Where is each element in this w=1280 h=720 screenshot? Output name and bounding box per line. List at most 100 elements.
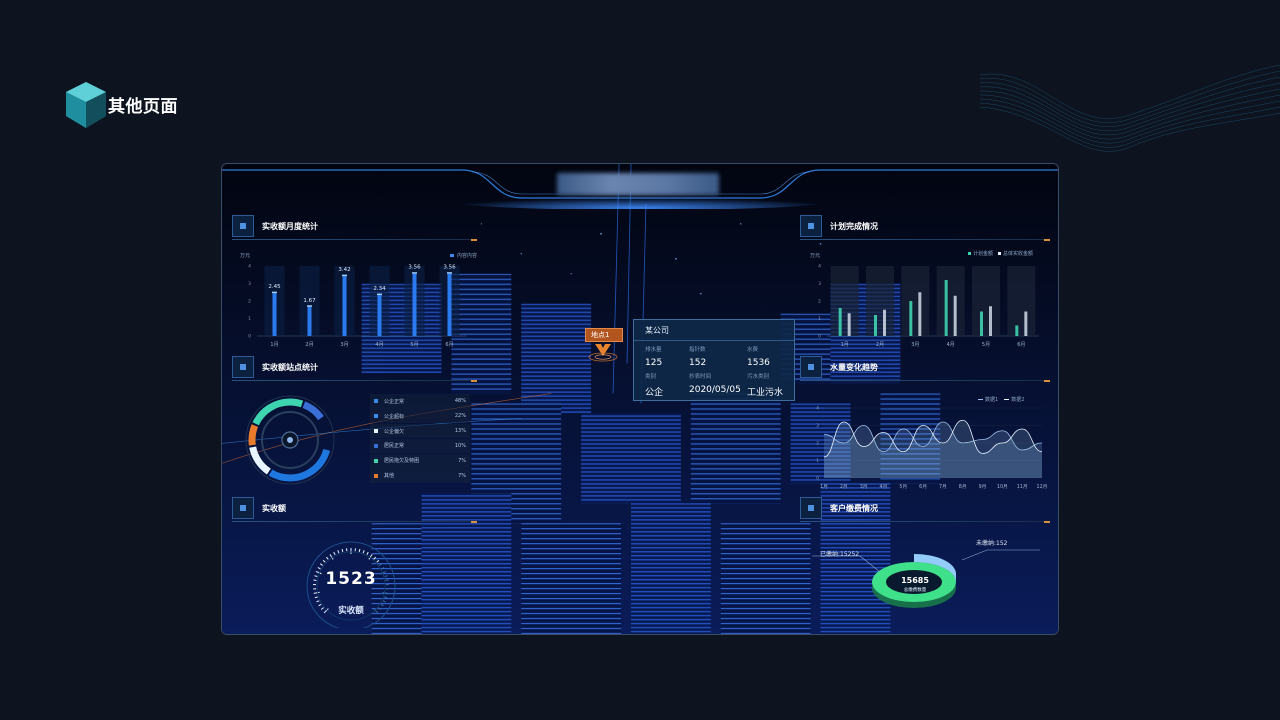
item-value: 10% bbox=[454, 442, 466, 449]
gauge-tick bbox=[382, 600, 386, 603]
map-marker[interactable]: 地点1 bbox=[585, 328, 623, 364]
x-tick-label: 7月 bbox=[939, 484, 947, 490]
x-tick-label: 3月 bbox=[911, 342, 919, 348]
bar bbox=[1015, 325, 1019, 336]
gauge-tick bbox=[314, 596, 318, 599]
monthly-panel-title: 实收额月度统计 bbox=[262, 221, 318, 231]
gauge-tick bbox=[322, 559, 326, 563]
gauge-tick bbox=[373, 556, 377, 560]
y-tick-label: 0 bbox=[816, 476, 819, 482]
gauge-tick bbox=[362, 550, 365, 554]
legend-swatch bbox=[450, 254, 454, 257]
item-name: 公企正常 bbox=[384, 398, 405, 405]
panel-square-icon bbox=[800, 215, 822, 237]
bar-cap bbox=[342, 274, 347, 277]
dashboard-screen: 实收额月度统计 万元 内容内容 0 1 2 3 4 2.45 1月 1.67 2月 3.42 3月 2… bbox=[221, 163, 1059, 635]
tooltip-field: 水费 1536 bbox=[747, 345, 770, 368]
page-logo: 其他页面 bbox=[60, 78, 178, 130]
customer-panel-header: 客户缴费情况 bbox=[800, 496, 1050, 523]
monthly-panel-header: 实收额月度统计 bbox=[232, 214, 477, 241]
received-value: 1523 bbox=[325, 569, 377, 589]
bar-cap bbox=[447, 272, 452, 274]
bar-background bbox=[901, 266, 930, 336]
bar-cap bbox=[272, 291, 277, 294]
x-tick-label: 1月 bbox=[820, 484, 828, 490]
bar-value-label: 3.56 bbox=[408, 265, 421, 271]
bar bbox=[989, 306, 992, 336]
bar bbox=[342, 276, 347, 336]
stations-legend-list: 公企正常 48% 公企超标 22% 公企偏欠 13% 居民正常 10% 居民拖欠… bbox=[370, 394, 470, 483]
x-tick-label: 6月 bbox=[445, 342, 453, 348]
monthly-legend-label: 内容内容 bbox=[457, 253, 478, 259]
x-tick-label: 2月 bbox=[876, 342, 884, 348]
x-tick-label: 11月 bbox=[1017, 484, 1028, 490]
y-tick-label: 3 bbox=[818, 281, 821, 287]
gauge-tick bbox=[382, 591, 389, 594]
bar bbox=[918, 292, 922, 336]
customer-total-value: 15685 bbox=[901, 576, 929, 585]
gauge-tick bbox=[379, 563, 383, 566]
x-tick-label: 2月 bbox=[305, 342, 313, 348]
legend-label: 总体实收金额 bbox=[1003, 251, 1034, 257]
bar bbox=[272, 293, 277, 336]
tooltip-field: 排水量 125 bbox=[645, 345, 662, 368]
legend-swatch bbox=[978, 399, 983, 400]
bar-cap bbox=[412, 272, 417, 274]
item-value: 22% bbox=[454, 413, 466, 420]
plan-unit: 万元 bbox=[810, 253, 821, 259]
bar bbox=[883, 309, 886, 336]
list-item: 居民拖欠及特困 7% bbox=[370, 453, 470, 469]
received-panel-header: 实收额 bbox=[232, 496, 477, 523]
gauge-tick bbox=[313, 591, 320, 594]
bar-value-label: 2.34 bbox=[373, 286, 386, 292]
panel-square-icon bbox=[232, 356, 254, 378]
x-tick-label: 9月 bbox=[979, 484, 987, 490]
bar bbox=[447, 273, 452, 336]
y-tick-label: 4 bbox=[818, 264, 821, 270]
legend-swatch bbox=[968, 252, 971, 255]
x-tick-label: 1月 bbox=[841, 342, 849, 348]
y-tick-label: 4 bbox=[816, 406, 819, 412]
x-tick-label: 6月 bbox=[919, 484, 927, 490]
item-value: 7% bbox=[458, 457, 466, 464]
item-value: 13% bbox=[454, 428, 466, 435]
x-tick-label: 4月 bbox=[375, 342, 383, 348]
tooltip-field: 类别 公企 bbox=[645, 372, 663, 398]
gauge-tick bbox=[341, 548, 344, 553]
field-value: 公企 bbox=[645, 388, 664, 398]
bar-background bbox=[972, 266, 1000, 336]
bar bbox=[874, 315, 877, 336]
bar bbox=[377, 295, 382, 336]
legend-swatch bbox=[374, 458, 378, 463]
plan-legend: 计划金额 总体实收金额 bbox=[968, 250, 1033, 257]
stations-donut bbox=[245, 395, 335, 485]
list-item: 其他 7% bbox=[370, 468, 470, 483]
y-tick-label: 2 bbox=[248, 299, 251, 305]
bar bbox=[412, 273, 417, 336]
y-tick-label: 3 bbox=[248, 281, 251, 287]
gauge-tick bbox=[384, 596, 388, 599]
cube-logo-icon bbox=[66, 82, 106, 128]
bar-value-label: 2.45 bbox=[268, 284, 281, 290]
field-value: 工业污水 bbox=[747, 388, 784, 398]
tooltip-company: 某公司 bbox=[645, 326, 669, 335]
plan-panel-title: 计划完成情况 bbox=[830, 221, 878, 231]
list-item: 公企超标 22% bbox=[370, 408, 470, 424]
field-key: 水费 bbox=[747, 347, 759, 353]
customer-total-caption: 总缴费数量 bbox=[903, 588, 927, 593]
x-tick-label: 4月 bbox=[880, 484, 888, 490]
legend-swatch bbox=[374, 399, 378, 404]
monthly-unit: 万元 bbox=[240, 253, 251, 259]
x-tick-label: 3月 bbox=[860, 484, 868, 490]
y-tick-label: 2 bbox=[818, 299, 821, 305]
bar-value-label: 1.67 bbox=[303, 298, 316, 304]
plan-panel-header: 计划完成情况 bbox=[800, 214, 1050, 241]
field-key: 指针数 bbox=[689, 347, 706, 353]
blurred-title-banner bbox=[557, 173, 719, 195]
location-tooltip: 某公司 排水量 125 指针数 152 水费 1536 类别 公企 抄表时间 2… bbox=[633, 319, 795, 401]
field-value: 152 bbox=[689, 358, 707, 368]
gauge-tick bbox=[376, 559, 380, 563]
gauge-tick bbox=[319, 563, 323, 566]
tooltip-field: 抄表时间 2020/05/05 bbox=[689, 372, 741, 395]
legend-swatch bbox=[1004, 399, 1010, 400]
